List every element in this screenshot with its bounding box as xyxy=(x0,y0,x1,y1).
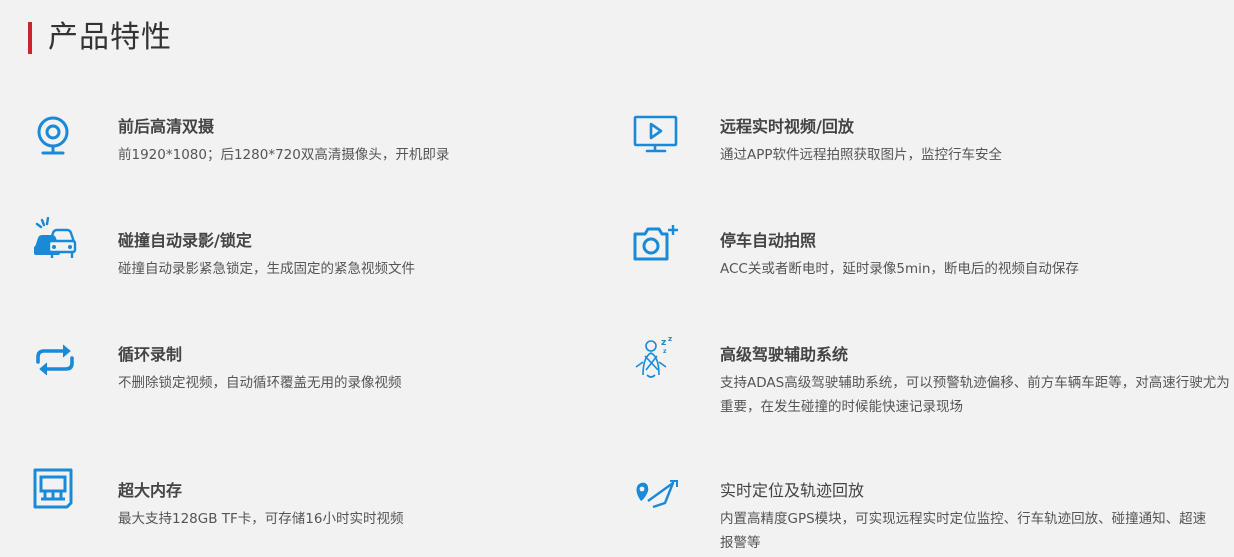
feature-item: 远程实时视频/回放 通过APP软件远程拍照获取图片，监控行车安全 xyxy=(633,115,1233,175)
feature-title: 超大内存 xyxy=(118,481,183,500)
svg-text:z: z xyxy=(661,338,666,348)
feature-description: ACC关或者断电时，延时录像5min，断电后的视频自动保存 xyxy=(720,261,1079,277)
feature-description: 碰撞自动录影紧急锁定，生成固定的紧急视频文件 xyxy=(118,261,415,277)
title-accent-bar xyxy=(28,22,32,54)
feature-title: 循环录制 xyxy=(118,345,183,364)
feature-item: 前后高清双摄 前1920*1080；后1280*720双高清摄像头，开机即录 xyxy=(32,115,572,175)
camera-plus-icon xyxy=(633,221,679,267)
feature-title: 远程实时视频/回放 xyxy=(720,117,854,136)
feature-description: 通过APP软件远程拍照获取图片，监控行车安全 xyxy=(720,147,1003,163)
feature-item: 超大内存 最大支持128GB TF卡，可存储16小时实时视频 xyxy=(32,468,572,539)
drowsy-driver-icon: z z z xyxy=(633,335,679,381)
feature-title: 实时定位及轨迹回放 xyxy=(720,481,865,500)
feature-title: 高级驾驶辅助系统 xyxy=(720,345,849,364)
memory-card-icon xyxy=(32,467,78,513)
feature-title: 前后高清双摄 xyxy=(118,117,215,136)
gps-route-icon xyxy=(633,473,679,519)
section-header: 产品特性 xyxy=(28,18,172,58)
feature-item: 碰撞自动录影/锁定 碰撞自动录影紧急锁定，生成固定的紧急视频文件 xyxy=(32,217,572,289)
feature-description: 前1920*1080；后1280*720双高清摄像头，开机即录 xyxy=(118,147,450,163)
loop-arrows-icon xyxy=(32,337,78,383)
svg-text:z: z xyxy=(663,348,667,355)
car-collision-icon xyxy=(32,217,78,263)
feature-item: 循环录制 不删除锁定视频，自动循环覆盖无用的录像视频 xyxy=(32,343,572,403)
feature-item: 停车自动拍照 ACC关或者断电时，延时录像5min，断电后的视频自动保存 xyxy=(633,225,1233,289)
page-title: 产品特性 xyxy=(48,20,172,55)
feature-item: 实时定位及轨迹回放 内置高精度GPS模块，可实现远程实时定位监控、行车轨迹回放、… xyxy=(633,479,1233,557)
feature-title: 停车自动拍照 xyxy=(720,231,817,250)
feature-description: 内置高精度GPS模块，可实现远程实时定位监控、行车轨迹回放、碰撞通知、超速报警等 xyxy=(720,511,1207,551)
feature-description: 支持ADAS高级驾驶辅助系统，可以预警轨迹偏移、前方车辆车距等，对高速行驶尤为重… xyxy=(720,375,1230,415)
feature-item: z z z 高级驾驶辅助系统 支持ADAS高级驾驶辅助系统，可以预警轨迹偏移、前… xyxy=(633,335,1233,423)
svg-text:z: z xyxy=(668,335,672,343)
monitor-play-icon xyxy=(633,115,679,161)
webcam-icon xyxy=(32,115,78,161)
feature-description: 不删除锁定视频，自动循环覆盖无用的录像视频 xyxy=(118,375,402,391)
feature-description: 最大支持128GB TF卡，可存储16小时实时视频 xyxy=(118,511,404,527)
feature-title: 碰撞自动录影/锁定 xyxy=(118,231,252,250)
